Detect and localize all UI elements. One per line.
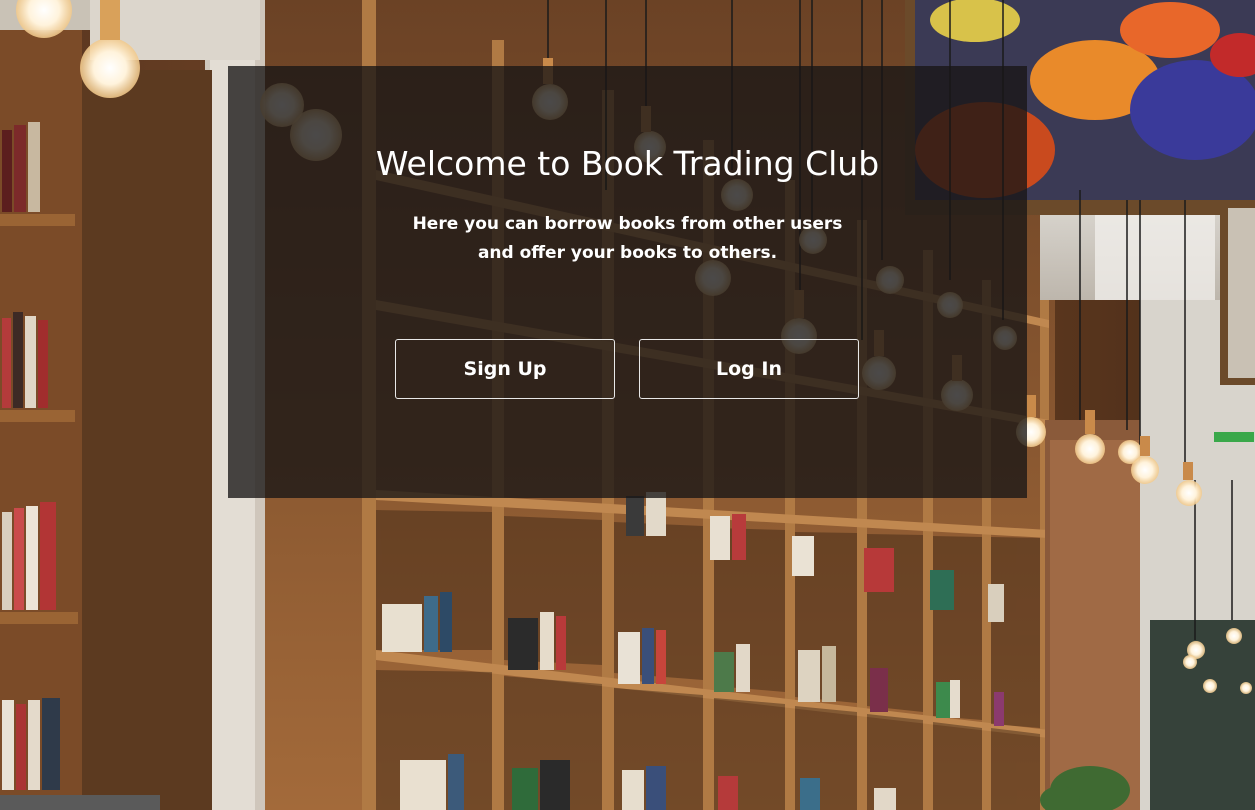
subtitle-line-2: and offer your books to others. xyxy=(477,243,778,263)
landing-page: Welcome to Book Trading Club Here you ca… xyxy=(0,0,1255,810)
log-in-button[interactable]: Log In xyxy=(639,339,859,399)
page-subtitle: Here you can borrow books from other use… xyxy=(378,210,877,268)
subtitle-line-1: Here you can borrow books from other use… xyxy=(412,214,843,234)
auth-buttons: Sign Up Log In xyxy=(395,339,859,399)
sign-up-button[interactable]: Sign Up xyxy=(395,339,615,399)
welcome-panel: Welcome to Book Trading Club Here you ca… xyxy=(228,66,1027,498)
page-title: Welcome to Book Trading Club xyxy=(375,144,880,183)
